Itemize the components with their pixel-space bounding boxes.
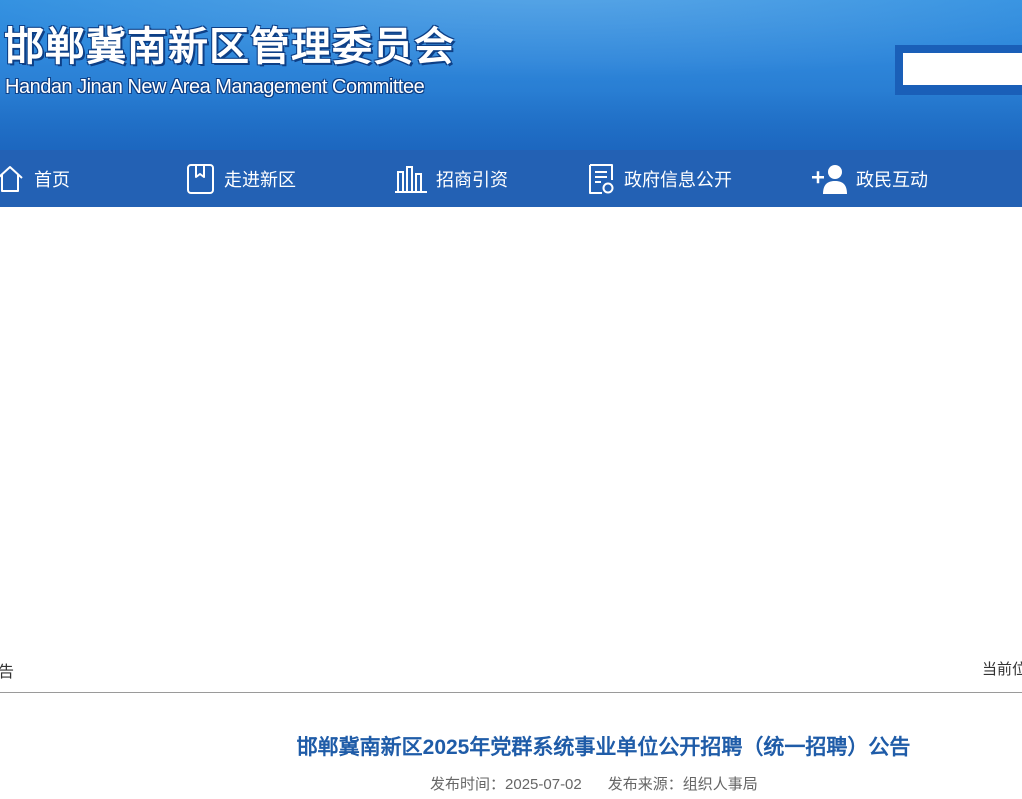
add-user-icon [812, 164, 848, 194]
search-box [895, 45, 1022, 95]
source: 组织人事局 [682, 776, 758, 793]
nav-item-interaction[interactable]: 政民互动 [812, 150, 928, 207]
publish-time-label: 发布时间： [430, 776, 506, 793]
nav-item-investment[interactable]: 招商引资 [394, 150, 508, 207]
nav-label: 招商引资 [436, 169, 508, 190]
nav-label: 首页 [34, 169, 70, 190]
page: 邯郸冀南新区管理委员会 Handan Jinan New Area Manage… [0, 0, 1022, 799]
search-input[interactable] [903, 53, 1022, 85]
bar-chart-icon [394, 164, 428, 194]
breadcrumb-current-section[interactable]: 公告 [0, 658, 14, 682]
publish-time: 2025-07-02 [505, 776, 582, 793]
article-meta: 发布时间：2025-07-02 发布来源：组织人事局 [430, 773, 758, 794]
nav-item-gov-info[interactable]: 政府信息公开 [588, 150, 732, 207]
nav-label: 走进新区 [224, 169, 296, 190]
source-label: 发布来源： [607, 776, 683, 793]
site-title[interactable]: 邯郸冀南新区管理委员会 [4, 14, 455, 72]
article-title: 邯郸冀南新区2025年党群系统事业单位公开招聘（统一招聘）公告 [296, 736, 911, 759]
bookmark-icon [186, 163, 216, 195]
breadcrumb-location: 当前位 [982, 661, 1022, 678]
document-icon [588, 163, 616, 195]
nav-item-home[interactable]: 首页 [0, 150, 70, 207]
site-subtitle: Handan Jinan New Area Management Committ… [5, 76, 425, 98]
nav-item-about[interactable]: 走进新区 [186, 150, 296, 207]
site-header: 邯郸冀南新区管理委员会 Handan Jinan New Area Manage… [0, 0, 1022, 150]
nav-label: 政府信息公开 [624, 169, 732, 190]
main-nav: 首页 走进新区 招商引资 政府信息公开 政民互动 [0, 150, 1022, 207]
home-icon [0, 163, 26, 195]
nav-label: 政民互动 [856, 169, 928, 190]
divider [0, 692, 1022, 693]
